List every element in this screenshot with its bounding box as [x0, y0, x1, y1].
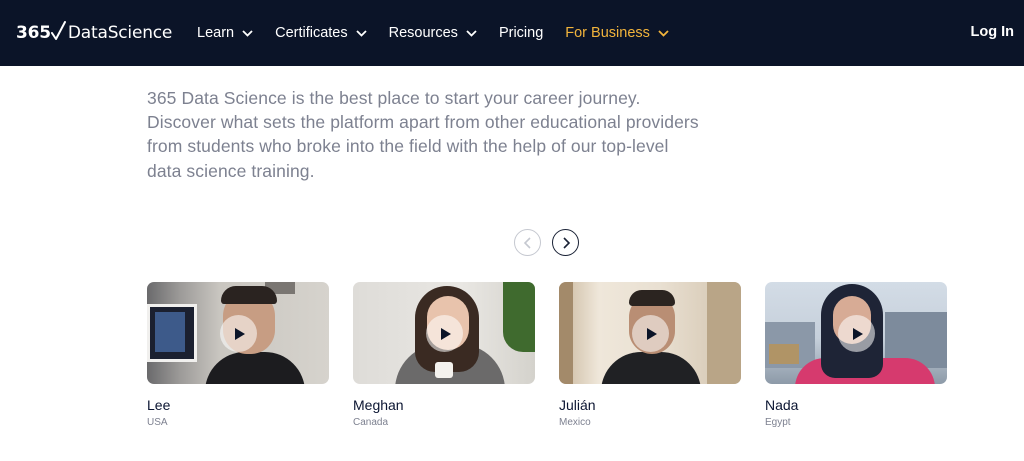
login-link[interactable]: Log In — [971, 24, 1015, 40]
testimonial-card-lee[interactable]: Lee USA — [147, 282, 329, 428]
video-thumbnail[interactable] — [147, 282, 329, 384]
student-country: Canada — [353, 417, 389, 428]
carousel-next-button[interactable] — [552, 229, 579, 256]
nav-item-label: Certificates — [275, 25, 348, 41]
play-icon[interactable] — [632, 315, 669, 352]
nav-item-certificates[interactable]: Certificates — [275, 25, 367, 41]
nav-item-resources[interactable]: Resources — [389, 25, 477, 41]
student-country: Egypt — [765, 417, 791, 428]
nav-item-label: For Business — [565, 25, 650, 41]
carousel-prev-button[interactable] — [514, 229, 541, 256]
top-navigation-bar: 365 DataScience Learn Certificates Resou… — [0, 0, 1024, 66]
intro-paragraph: 365 Data Science is the best place to st… — [147, 88, 699, 181]
play-icon[interactable] — [838, 315, 875, 352]
student-name: Lee — [147, 397, 171, 413]
main-menu: Learn Certificates Resources Pricing For… — [197, 0, 691, 66]
testimonial-card-julian[interactable]: Julián Mexico — [559, 282, 741, 428]
student-country: Mexico — [559, 417, 591, 428]
nav-item-label: Learn — [197, 25, 235, 41]
nav-item-label: Resources — [388, 25, 458, 41]
nav-item-pricing[interactable]: Pricing — [499, 25, 543, 41]
chevron-down-icon — [658, 29, 669, 37]
play-icon[interactable] — [426, 315, 463, 352]
chevron-right-icon — [562, 236, 570, 249]
student-name: Julián — [559, 397, 596, 413]
logo-number: 365 — [16, 23, 51, 43]
video-thumbnail[interactable] — [765, 282, 947, 384]
nav-item-learn[interactable]: Learn — [197, 25, 253, 41]
nav-item-for-business[interactable]: For Business — [565, 25, 669, 41]
student-country: USA — [147, 417, 168, 428]
video-thumbnail[interactable] — [559, 282, 741, 384]
video-thumbnail[interactable] — [353, 282, 535, 384]
testimonial-card-meghan[interactable]: Meghan Canada — [353, 282, 535, 428]
chevron-left-icon — [523, 236, 531, 249]
student-name: Meghan — [353, 397, 404, 413]
nav-item-label: Pricing — [498, 25, 544, 41]
chevron-down-icon — [466, 29, 477, 37]
logo-check-icon — [50, 21, 66, 40]
play-icon[interactable] — [220, 315, 257, 352]
testimonial-card-nada[interactable]: Nada Egypt — [765, 282, 947, 428]
chevron-down-icon — [355, 29, 367, 37]
logo-brand: DataScience — [67, 23, 173, 43]
student-name: Nada — [765, 397, 799, 413]
logo[interactable]: 365 DataScience — [16, 19, 172, 47]
chevron-down-icon — [242, 29, 253, 37]
